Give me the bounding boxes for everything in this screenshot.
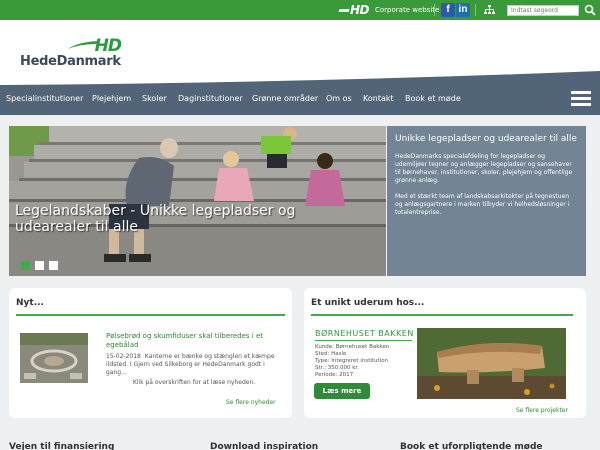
project-name-rule bbox=[315, 340, 412, 341]
facebook-icon[interactable]: f bbox=[441, 3, 455, 17]
news-thumbnail[interactable] bbox=[20, 333, 88, 383]
linkedin-icon[interactable]: in bbox=[456, 3, 470, 17]
nav-item-daginstitutioner[interactable]: Daginstitutioner bbox=[178, 94, 243, 103]
download-inspiration-heading[interactable]: Download inspiration bbox=[210, 442, 318, 450]
nav-item-book-et-moede[interactable]: Book et møde bbox=[405, 94, 461, 103]
search-icon[interactable] bbox=[584, 4, 596, 16]
sitemap-icon[interactable] bbox=[484, 5, 495, 15]
see-more-news-link[interactable]: Se flere nyheder bbox=[226, 399, 276, 406]
logo-swoosh-icon bbox=[68, 41, 98, 49]
news-date: 15-02-2018 bbox=[106, 353, 141, 360]
corporate-website-link[interactable]: Corporate website bbox=[375, 6, 439, 14]
project-location: Sted: Hasle bbox=[315, 351, 347, 357]
hero-info-title: Unikke legepladser og udearealer til all… bbox=[395, 134, 577, 144]
project-meta: Kunde: Børnehuset Bakken Sted: Hasle Typ… bbox=[315, 344, 389, 379]
read-more-button[interactable]: Læs mere bbox=[314, 383, 370, 399]
project-period: Periode: 2017 bbox=[315, 372, 354, 378]
nav-item-kontakt[interactable]: Kontakt bbox=[363, 94, 394, 103]
logo-name: HedeDanmark bbox=[20, 54, 121, 69]
nav-curve bbox=[0, 71, 600, 87]
hero-info-text-2: Med et stærkt team af landskabsarkitekte… bbox=[395, 193, 570, 216]
project-divider bbox=[311, 314, 573, 316]
project-customer: Kunde: Børnehuset Bakken bbox=[315, 344, 390, 350]
divider bbox=[434, 4, 435, 16]
project-heading: Et unikt uderum hos... bbox=[311, 298, 425, 308]
logo-hd: HD bbox=[94, 36, 122, 56]
news-heading: Nyt... bbox=[16, 298, 44, 308]
news-excerpt: 15-02-2018 Kanterne er bænke og stænglen … bbox=[106, 353, 282, 377]
hero-info-panel: Unikke legepladser og udearealer til all… bbox=[387, 126, 586, 276]
project-name: BØRNEHUSET BAKKEN bbox=[315, 329, 414, 338]
menu-icon[interactable] bbox=[571, 91, 591, 107]
slide-dot-3[interactable] bbox=[49, 261, 58, 270]
news-read-hint: Klik på overskriften for at læse nyheden… bbox=[132, 379, 256, 386]
top-utility-bar: HD Corporate website f in Indtast søgeor… bbox=[0, 0, 600, 20]
news-title-link[interactable]: Pølsebrød og skumfiduser skal tilberedes… bbox=[106, 332, 282, 350]
main-nav: Specialinstitutioner Plejehjem Skoler Da… bbox=[0, 71, 600, 115]
news-divider bbox=[16, 314, 285, 316]
nav-item-specialinstitutioner[interactable]: Specialinstitutioner bbox=[6, 94, 83, 103]
book-meeting-heading[interactable]: Book et uforpligtende møde bbox=[400, 442, 542, 450]
project-photo[interactable] bbox=[417, 328, 566, 399]
nav-item-plejehjem[interactable]: Plejehjem bbox=[92, 94, 131, 103]
see-more-projects-link[interactable]: Se flere projekter bbox=[516, 407, 568, 414]
financing-heading[interactable]: Vejen til finansiering bbox=[9, 442, 114, 450]
slide-dot-2[interactable] bbox=[35, 261, 44, 270]
nav-item-om-os[interactable]: Om os bbox=[326, 94, 352, 103]
hero-info-text-1: HedeDanmarks specialafdeling for legepla… bbox=[395, 153, 573, 184]
project-type: Type: Integreret institution bbox=[315, 358, 389, 364]
news-card: Nyt... Pølsebrød og skumfiduser skal til… bbox=[9, 288, 292, 418]
slide-dot-1[interactable] bbox=[21, 261, 30, 270]
project-size: Str.: 350.000 kr. bbox=[315, 365, 359, 371]
logo[interactable]: HD HedeDanmark bbox=[20, 36, 135, 70]
divider bbox=[475, 4, 476, 16]
search-input[interactable]: Indtast søgeord bbox=[507, 5, 579, 16]
hero-slider[interactable]: Legelandskaber - Unikke legepladser og u… bbox=[9, 126, 386, 276]
nav-item-skoler[interactable]: Skoler bbox=[142, 94, 167, 103]
corporate-logo-mini[interactable]: HD bbox=[338, 3, 370, 17]
hero-photo bbox=[9, 126, 386, 276]
page: HD Corporate website f in Indtast søgeor… bbox=[0, 0, 600, 450]
hero-caption: Legelandskaber - Unikke legepladser og u… bbox=[15, 203, 296, 235]
nav-item-groenne-omraader[interactable]: Grønne områder bbox=[252, 94, 318, 103]
project-card: Et unikt uderum hos... BØRNEHUSET BAKKEN… bbox=[304, 288, 586, 418]
